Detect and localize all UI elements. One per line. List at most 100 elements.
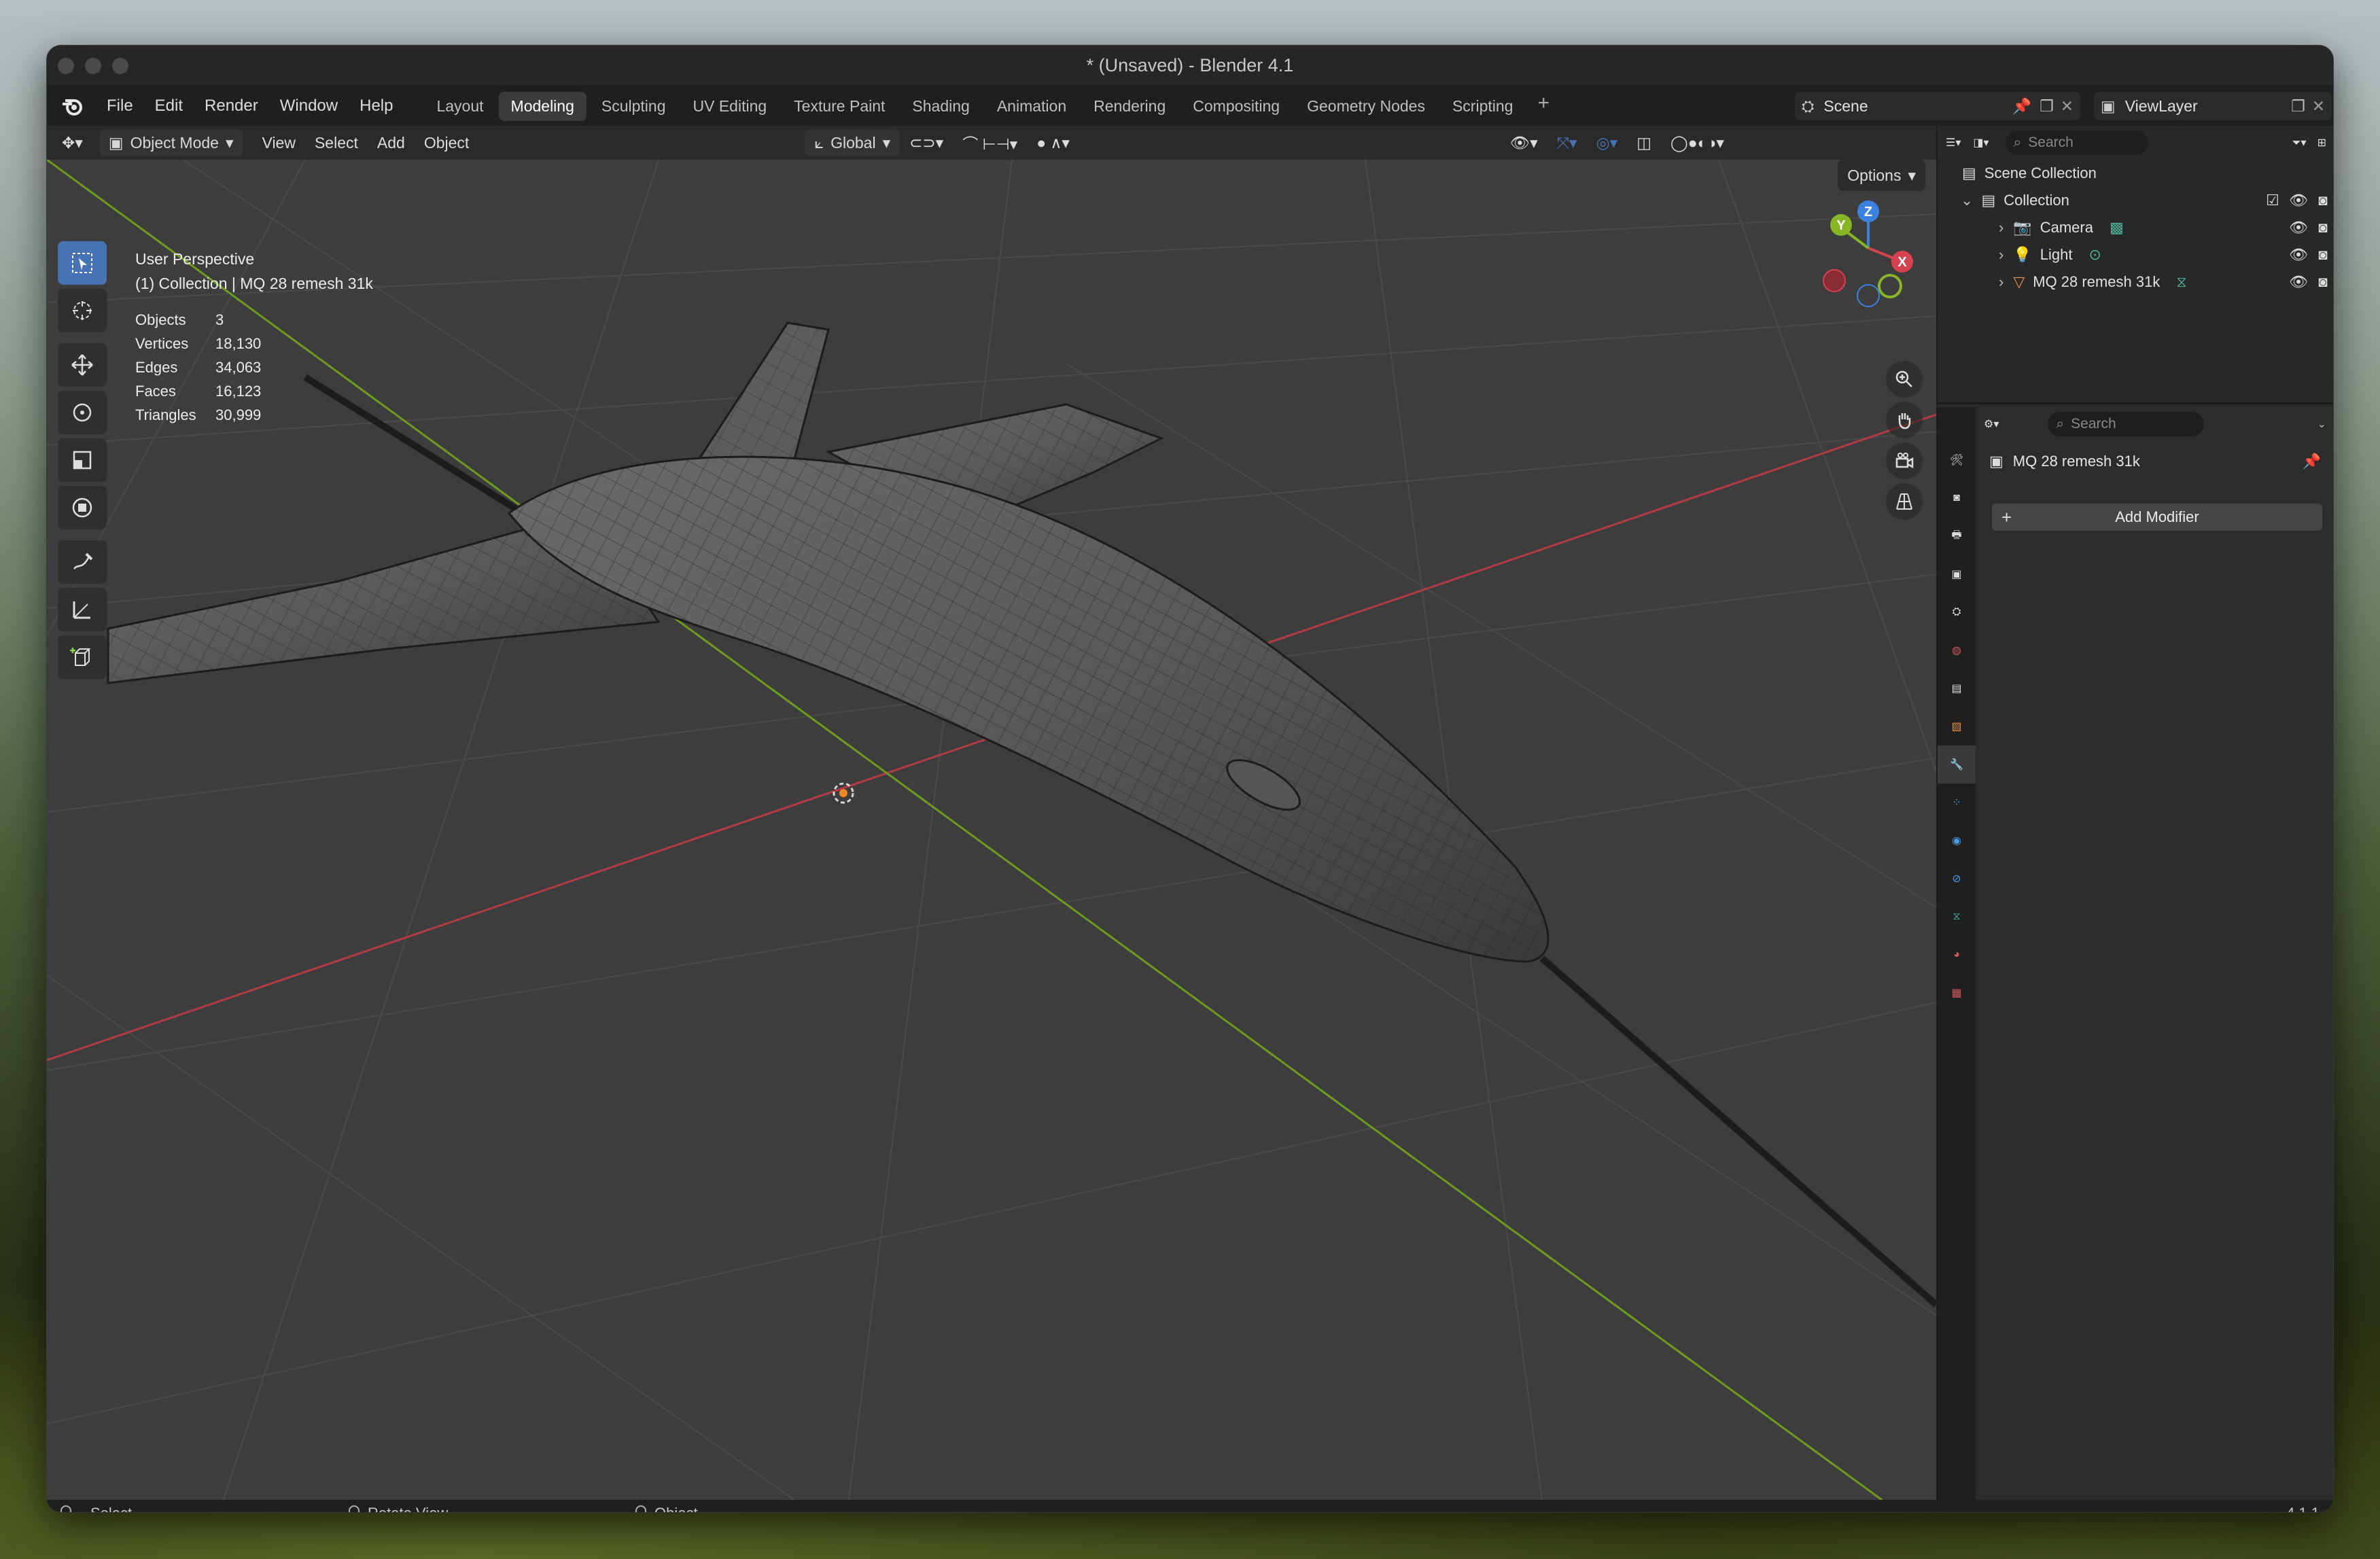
- tool-tab-icon[interactable]: 🛠: [1938, 441, 1976, 479]
- menu-edit[interactable]: Edit: [144, 97, 194, 116]
- menu-window[interactable]: Window: [269, 97, 349, 116]
- blender-logo-icon[interactable]: [59, 92, 86, 120]
- material-tab-icon[interactable]: ◕: [1938, 936, 1976, 974]
- filter-icon[interactable]: ⏷▾: [2292, 136, 2307, 150]
- outliner-scene-collection[interactable]: ▤ Scene Collection: [1938, 160, 2333, 187]
- tab-shading[interactable]: Shading: [900, 92, 981, 121]
- menu-add[interactable]: Add: [368, 130, 415, 156]
- camera-view-icon[interactable]: [1886, 442, 1923, 479]
- gizmo-toggle-icon[interactable]: ⤧▾: [1547, 130, 1587, 156]
- scale-tool-icon[interactable]: [58, 438, 107, 482]
- menu-render[interactable]: Render: [194, 97, 269, 116]
- overlay-toggle-icon[interactable]: ◎▾: [1587, 130, 1628, 156]
- checkbox-icon[interactable]: ☑: [2264, 192, 2281, 209]
- add-cube-tool-icon[interactable]: [58, 635, 107, 679]
- snap-icon[interactable]: ⌒ ⊢⊣▾: [953, 127, 1027, 158]
- mesh-data-tab-icon[interactable]: ⧖: [1938, 898, 1976, 936]
- menu-help[interactable]: Help: [349, 97, 404, 116]
- constraints-tab-icon[interactable]: ⊘: [1938, 860, 1976, 898]
- light-data-icon[interactable]: ⊙: [2088, 246, 2101, 264]
- pin-icon[interactable]: 📌: [2303, 453, 2321, 470]
- proportional-edit-icon[interactable]: ● ∧▾: [1027, 130, 1079, 156]
- outliner-light[interactable]: › 💡 Light ⊙ 👁 ◙: [1938, 241, 2333, 268]
- pin-icon[interactable]: 📌: [2012, 97, 2031, 116]
- eye-icon[interactable]: 👁: [2289, 219, 2308, 237]
- close-window-button[interactable]: [58, 58, 74, 74]
- properties-search[interactable]: ⌕ Search: [2048, 412, 2205, 436]
- tab-geometry-nodes[interactable]: Geometry Nodes: [1295, 92, 1437, 121]
- render-camera-icon[interactable]: ◙: [2314, 273, 2332, 291]
- 3d-viewport[interactable]: Z X Y User Perspective (1) Collection | …: [47, 160, 1936, 1500]
- pivot-point-icon[interactable]: ⊂⊃▾: [900, 130, 953, 156]
- add-modifier-button[interactable]: + Add Modifier: [1992, 504, 2322, 531]
- measure-tool-icon[interactable]: [58, 588, 107, 631]
- chevron-right-icon[interactable]: ›: [1999, 246, 2003, 264]
- new-scene-icon[interactable]: ❐: [2040, 97, 2054, 116]
- editor-type-icon[interactable]: ☰▾: [1946, 136, 1961, 150]
- tab-animation[interactable]: Animation: [985, 92, 1079, 121]
- outliner-search[interactable]: ⌕ Search: [2005, 130, 2148, 155]
- window-controls[interactable]: [58, 58, 128, 74]
- outliner-camera[interactable]: › 📷 Camera ▩ 👁 ◙: [1938, 214, 2333, 241]
- view-layer-tab-icon[interactable]: ▣: [1938, 555, 1976, 593]
- render-camera-icon[interactable]: ◙: [2314, 219, 2332, 237]
- object-tab-icon[interactable]: ▧: [1938, 707, 1976, 746]
- zoom-icon[interactable]: [1886, 361, 1923, 398]
- outliner-mesh-object[interactable]: › ▽ MQ 28 remesh 31k ⧖ 👁 ◙: [1938, 268, 2333, 296]
- modifier-tab-icon[interactable]: 🔧: [1938, 746, 1976, 784]
- chevron-down-icon[interactable]: ⌄: [2317, 417, 2326, 431]
- editor-type-icon[interactable]: ⚙▾: [1984, 417, 1999, 431]
- menu-select[interactable]: Select: [305, 130, 368, 156]
- camera-data-icon[interactable]: ▩: [2110, 219, 2124, 237]
- tab-layout[interactable]: Layout: [424, 92, 495, 121]
- tab-texture-paint[interactable]: Texture Paint: [782, 92, 897, 121]
- cursor-tool-icon[interactable]: [58, 289, 107, 332]
- menu-view[interactable]: View: [253, 130, 305, 156]
- menu-file[interactable]: File: [96, 97, 144, 116]
- particles-tab-icon[interactable]: ⁘: [1938, 784, 1976, 822]
- transform-tool-icon[interactable]: [58, 486, 107, 529]
- editor-type-icon[interactable]: ✥▾: [52, 130, 92, 156]
- aircraft-mesh[interactable]: [107, 321, 1936, 1308]
- texture-tab-icon[interactable]: ▦: [1938, 974, 1976, 1012]
- visibility-icon[interactable]: 👁▾: [1501, 130, 1547, 156]
- chevron-right-icon[interactable]: ›: [1999, 219, 2003, 237]
- outliner-collection[interactable]: ⌄ ▤ Collection ☑ 👁 ◙: [1938, 187, 2333, 214]
- pan-hand-icon[interactable]: [1886, 402, 1923, 438]
- zoom-window-button[interactable]: [112, 58, 128, 74]
- new-viewlayer-icon[interactable]: ❐: [2291, 97, 2305, 116]
- new-collection-icon[interactable]: ⊞: [2317, 136, 2326, 150]
- physics-tab-icon[interactable]: ◉: [1938, 822, 1976, 860]
- mesh-data-icon[interactable]: ⧖: [2176, 273, 2186, 291]
- tab-sculpting[interactable]: Sculpting: [589, 92, 678, 121]
- eye-icon[interactable]: 👁: [2289, 192, 2308, 209]
- tab-scripting[interactable]: Scripting: [1440, 92, 1525, 121]
- eye-icon[interactable]: 👁: [2289, 273, 2308, 291]
- tab-compositing[interactable]: Compositing: [1180, 92, 1292, 121]
- scene-tab-icon[interactable]: ⛭: [1938, 593, 1976, 631]
- menu-object[interactable]: Object: [415, 130, 478, 156]
- collection-tab-icon[interactable]: ▤: [1938, 669, 1976, 707]
- viewlayer-selector[interactable]: ▣ ViewLayer ❐ ✕: [2094, 92, 2332, 120]
- options-button[interactable]: Options ▾: [1838, 160, 1925, 191]
- select-box-tool-icon[interactable]: [58, 241, 107, 285]
- perspective-toggle-icon[interactable]: [1886, 483, 1923, 520]
- tab-rendering[interactable]: Rendering: [1081, 92, 1178, 121]
- render-camera-icon[interactable]: ◙: [2314, 192, 2332, 209]
- render-tab-icon[interactable]: ◙: [1938, 479, 1976, 517]
- eye-icon[interactable]: 👁: [2289, 246, 2308, 264]
- tab-modeling[interactable]: Modeling: [498, 91, 587, 121]
- output-tab-icon[interactable]: 🖶: [1938, 517, 1976, 555]
- delete-scene-icon[interactable]: ✕: [2061, 97, 2073, 116]
- chevron-down-icon[interactable]: ⌄: [1961, 192, 1973, 209]
- add-workspace-icon[interactable]: +: [1528, 92, 1559, 121]
- mode-selector[interactable]: ▣ Object Mode ▾: [99, 129, 243, 156]
- minimize-window-button[interactable]: [85, 58, 101, 74]
- chevron-right-icon[interactable]: ›: [1999, 273, 2003, 291]
- annotate-tool-icon[interactable]: [58, 540, 107, 584]
- world-tab-icon[interactable]: ◍: [1938, 631, 1976, 669]
- rotate-tool-icon[interactable]: [58, 391, 107, 434]
- render-camera-icon[interactable]: ◙: [2314, 246, 2332, 264]
- move-tool-icon[interactable]: [58, 343, 107, 387]
- delete-viewlayer-icon[interactable]: ✕: [2312, 97, 2325, 116]
